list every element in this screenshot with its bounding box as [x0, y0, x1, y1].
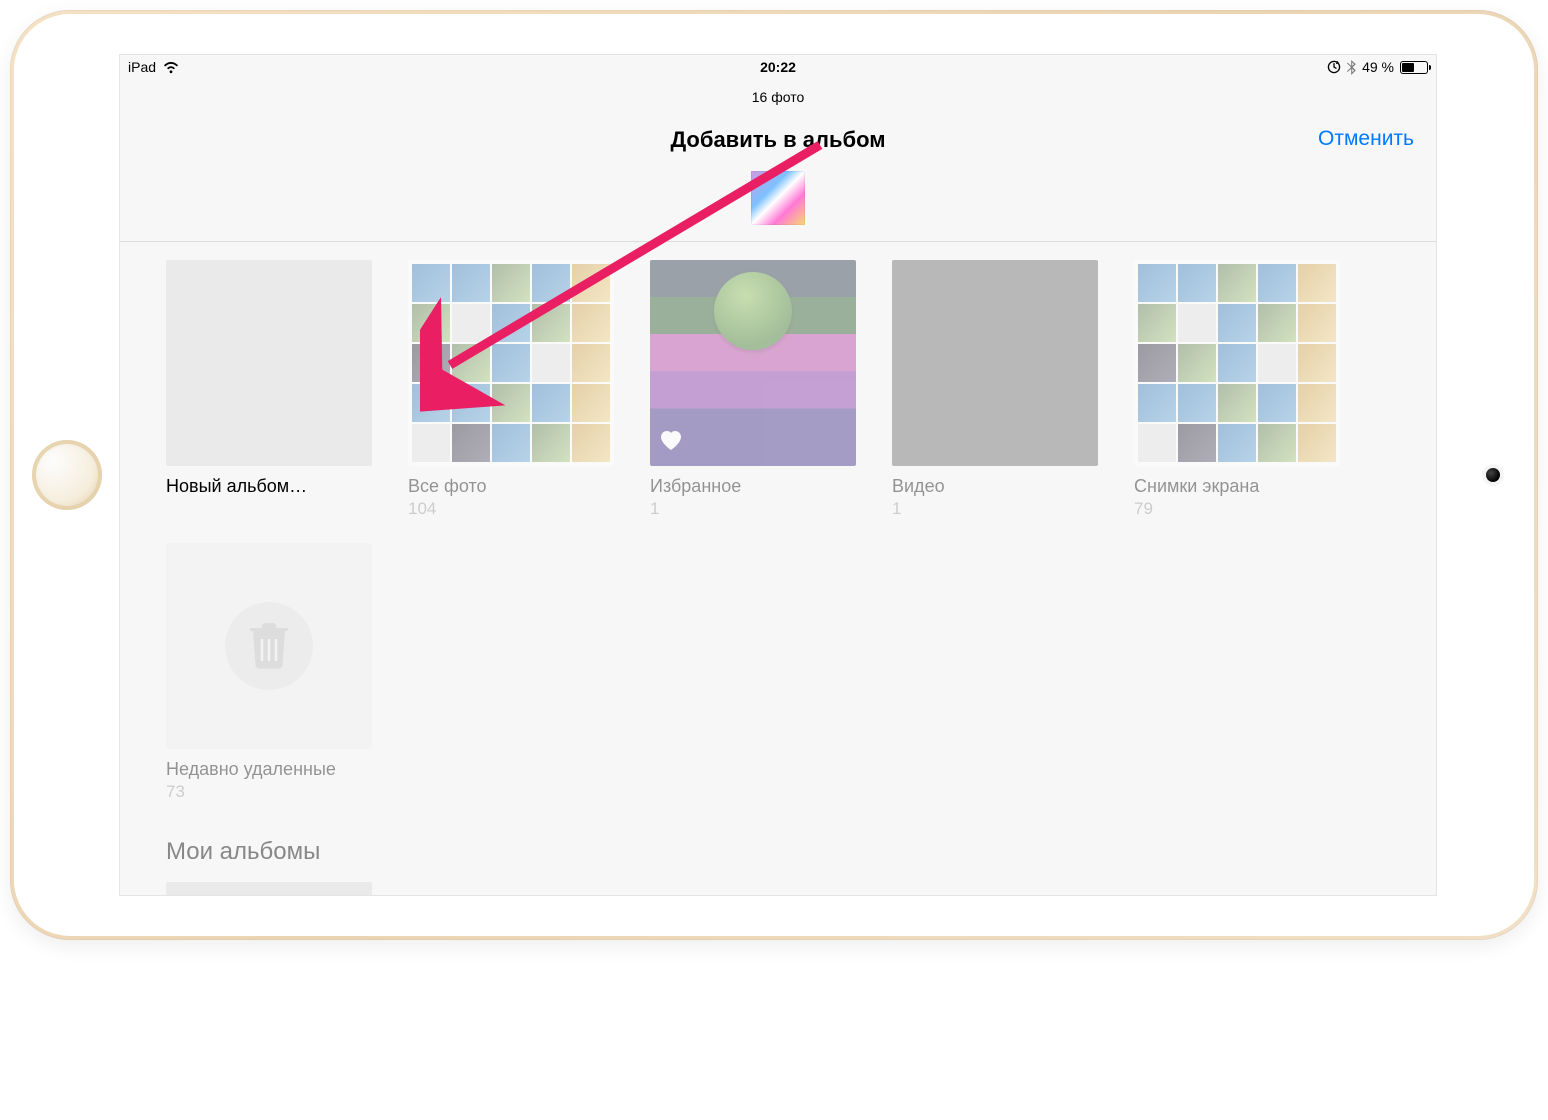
front-camera — [1486, 468, 1500, 482]
album-all-photos: Все фото 104 — [408, 260, 614, 519]
album-videos-label: Видео — [892, 476, 1098, 497]
album-videos-count: 1 — [892, 499, 1098, 519]
album-new-label: Новый альбом… — [166, 476, 372, 497]
cancel-button[interactable]: Отменить — [1318, 127, 1414, 151]
device-label: iPad — [128, 59, 156, 75]
trash-icon — [225, 602, 313, 690]
selection-preview-thumb — [751, 171, 805, 225]
album-favorites: Избранное 1 — [650, 260, 856, 519]
albums-content[interactable]: Новый альбом… Все фото 104 — [120, 242, 1436, 896]
battery-icon — [1400, 61, 1428, 74]
screen: iPad 20:22 49 % 16 — [119, 54, 1437, 896]
album-favorites-label: Избранное — [650, 476, 856, 497]
my-album-placeholder[interactable] — [166, 882, 372, 896]
album-favorites-count: 1 — [650, 499, 856, 519]
album-all-photos-count: 104 — [408, 499, 614, 519]
album-videos: Видео 1 — [892, 260, 1098, 519]
section-my-albums: Мои альбомы — [166, 838, 1390, 866]
album-all-photos-tile — [408, 260, 614, 466]
page-title: Добавить в альбом — [670, 127, 885, 152]
ipad-frame: iPad 20:22 49 % 16 — [10, 10, 1538, 940]
heart-icon — [660, 431, 682, 456]
clock: 20:22 — [760, 59, 796, 75]
ipad-bezel: iPad 20:22 49 % 16 — [14, 14, 1534, 936]
home-button[interactable] — [32, 440, 102, 510]
album-screenshots: Снимки экрана 79 — [1134, 260, 1340, 519]
album-screenshots-count: 79 — [1134, 499, 1340, 519]
photo-count: 16 фото — [120, 89, 1436, 105]
album-videos-tile — [892, 260, 1098, 466]
album-screenshots-label: Снимки экрана — [1134, 476, 1340, 497]
bluetooth-icon — [1347, 60, 1356, 75]
album-recently-deleted-tile — [166, 543, 372, 749]
album-screenshots-tile — [1134, 260, 1340, 466]
album-new[interactable]: Новый альбом… — [166, 260, 372, 519]
my-album-placeholder-tile[interactable] — [166, 882, 372, 896]
album-all-photos-label: Все фото — [408, 476, 614, 497]
rotation-lock-icon — [1327, 60, 1341, 74]
album-favorites-tile — [650, 260, 856, 466]
wifi-icon — [162, 61, 180, 74]
album-recently-deleted: Недавно удаленные 73 — [166, 543, 372, 802]
battery-percent: 49 % — [1362, 59, 1394, 75]
status-bar: iPad 20:22 49 % — [120, 55, 1436, 79]
album-new-tile[interactable] — [166, 260, 372, 466]
album-recently-deleted-count: 73 — [166, 782, 372, 802]
album-recently-deleted-label: Недавно удаленные — [166, 759, 372, 780]
